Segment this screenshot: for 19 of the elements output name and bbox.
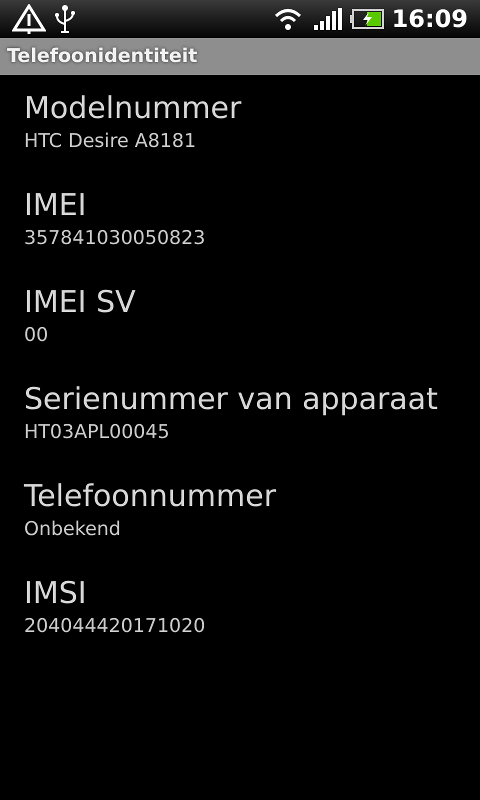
signal-icon [314, 8, 342, 30]
item-value: 00 [24, 323, 48, 347]
item-value: 357841030050823 [24, 226, 206, 250]
item-label: Modelnummer [24, 90, 242, 128]
item-label: IMEI SV [24, 284, 136, 322]
item-value: 204044420171020 [24, 614, 206, 638]
item-value: Onbekend [24, 517, 121, 541]
battery-icon [350, 9, 384, 29]
warning-icon [12, 4, 46, 34]
item-value: HT03APL00045 [24, 420, 170, 444]
item-value: HTC Desire A8181 [24, 129, 196, 153]
usb-icon [54, 4, 76, 34]
item-label: IMSI [24, 575, 87, 613]
item-label: IMEI [24, 187, 87, 225]
item-label: Telefoonnummer [24, 478, 276, 516]
wifi-icon [274, 7, 302, 31]
clock: 16:09 [392, 4, 468, 35]
screen-title: Telefoonidentiteit [7, 44, 198, 70]
item-label: Serienummer van apparaat [24, 381, 438, 419]
